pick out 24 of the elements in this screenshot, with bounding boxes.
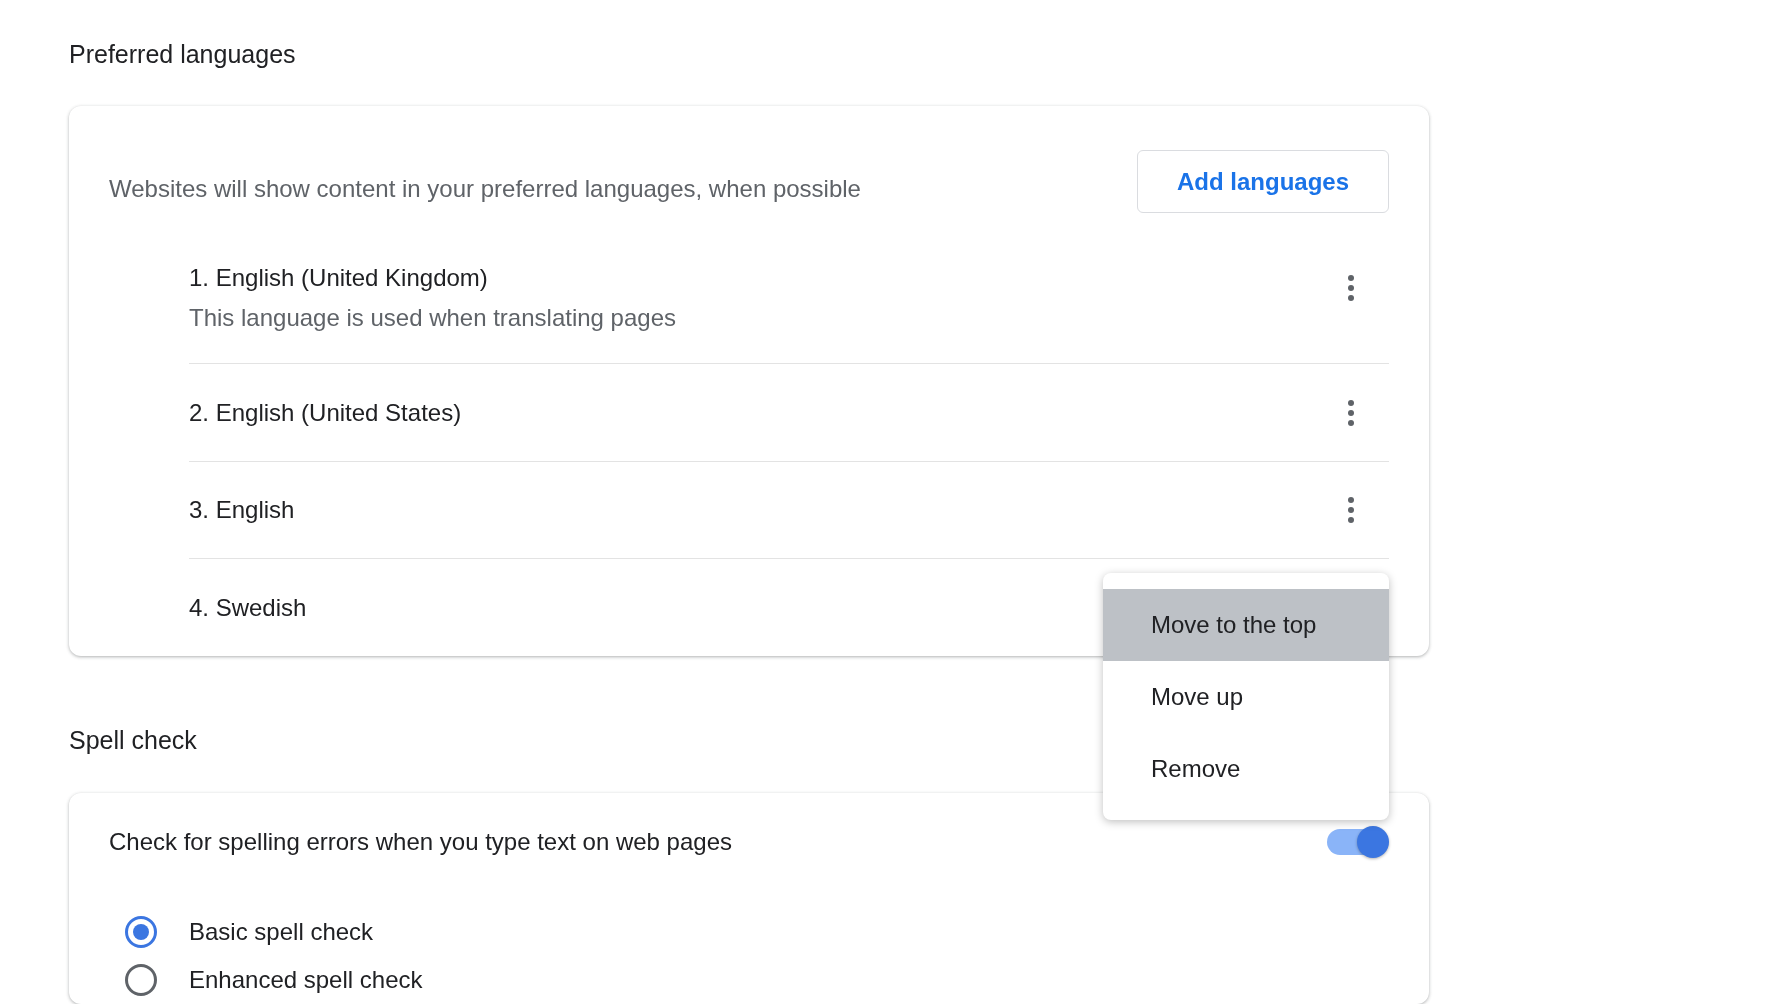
description: Websites will show content in your preferred languages, when possible bbox=[109, 174, 861, 203]
language-name: 3. English bbox=[189, 496, 295, 524]
more-icon bbox=[1346, 274, 1356, 302]
setting-label: Check for spelling errors when you type text on web pages bbox=[109, 828, 732, 856]
section-title: Preferred languages bbox=[69, 39, 297, 70]
section-title: Spell check bbox=[69, 725, 198, 756]
language-name: 1. English (United Kingdom) bbox=[189, 264, 489, 292]
more-icon bbox=[1346, 398, 1356, 427]
option-label: Basic spell check bbox=[189, 918, 374, 946]
add-languages-button[interactable]: Add languages bbox=[1137, 150, 1389, 213]
more-button[interactable] bbox=[1346, 496, 1356, 524]
menu-item[interactable]: Remove bbox=[1103, 733, 1389, 805]
radio-button[interactable] bbox=[125, 964, 157, 996]
language-name: 4. Swedish bbox=[189, 593, 307, 622]
more-button[interactable] bbox=[1346, 274, 1356, 302]
more-icon bbox=[1346, 496, 1356, 524]
radio-button[interactable] bbox=[125, 916, 157, 948]
language-note: This language is used when translating pages bbox=[189, 304, 676, 332]
more-button[interactable] bbox=[1346, 398, 1356, 427]
language-name: 2. English (United States) bbox=[189, 398, 462, 427]
menu-item[interactable]: Move up bbox=[1103, 661, 1389, 733]
option-label: Enhanced spell check bbox=[189, 966, 423, 994]
toggle-switch[interactable] bbox=[1327, 827, 1389, 857]
menu-item[interactable]: Move to the top bbox=[1103, 589, 1389, 661]
